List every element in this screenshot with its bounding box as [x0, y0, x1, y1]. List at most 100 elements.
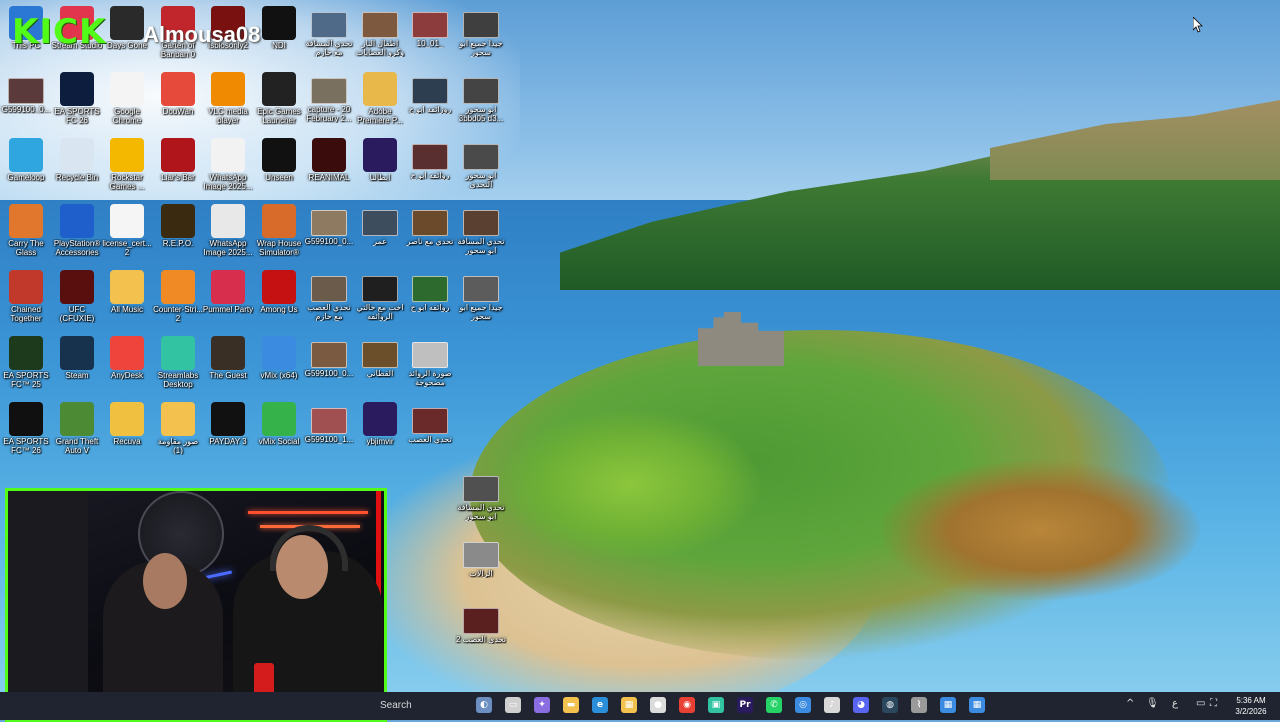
premiere-icon[interactable]: Pr	[737, 697, 753, 713]
whatsapp-icon[interactable]: ✆	[766, 697, 782, 713]
desktop-icon[interactable]: WhatsApp Image 2025...	[202, 138, 254, 191]
desktop-icon-label: Rockstar Games ...	[109, 173, 145, 191]
payday-icon	[211, 402, 245, 436]
music-icon[interactable]: ♪	[824, 697, 840, 713]
desktop-icon[interactable]: PlayStation® Accessories	[51, 204, 103, 257]
desktop-icon[interactable]: Pummel Party	[202, 270, 254, 314]
desktop-icon[interactable]: تحدي العصب مع حازم	[303, 270, 355, 321]
desktop-icon[interactable]: الرالات	[455, 536, 507, 578]
vmix-icon[interactable]: ▦	[940, 697, 956, 713]
desktop-icon[interactable]: G599100_0...	[303, 204, 355, 246]
desktop-icon[interactable]: All Music	[101, 270, 153, 314]
desktop-icon[interactable]: روائفه ابو ج	[404, 138, 456, 180]
taskbar-clock[interactable]: 5:36 AM 3/2/2026	[1225, 695, 1277, 717]
desktop-icon[interactable]: تحدي العصب	[404, 402, 456, 444]
desktop-icon[interactable]: Rockstar Games ...	[101, 138, 153, 191]
desktop-icon[interactable]: vMix Social	[253, 402, 305, 446]
desktop-icon[interactable]: Recuva	[101, 402, 153, 446]
desktop-icon[interactable]: UFC (CFUXIE)	[51, 270, 103, 323]
desktop-icon[interactable]: Grand Theft Auto V	[51, 402, 103, 455]
widgets-icon[interactable]: ◐	[476, 697, 492, 713]
desktop-icon[interactable]: روائفه ابو ج	[404, 270, 456, 312]
desktop-icon[interactable]: R.E.P.O.	[152, 204, 204, 248]
epic-games-icon[interactable]: ⌇	[911, 697, 927, 713]
video-thumbnail-icon	[463, 276, 499, 302]
desktop-icon[interactable]: صورة الروائد مضحوجة	[404, 336, 456, 387]
desktop-icon[interactable]: تحدي المسافة مع حازم	[303, 6, 355, 57]
desktop-icon[interactable]: Chained Together	[0, 270, 52, 323]
desktop-icon[interactable]: NDI	[253, 6, 305, 50]
discord-icon[interactable]: ◕	[853, 697, 869, 713]
desktop-icon[interactable]: Google Chrome	[101, 72, 153, 125]
desktop-icon[interactable]: REANIMAL	[303, 138, 355, 182]
desktop-icon[interactable]: Counter-Stri... 2	[152, 270, 204, 323]
desktop-icon[interactable]: G599100_0...	[0, 72, 52, 114]
desktop-icon-label: vMix (x64)	[260, 371, 298, 380]
copilot-icon[interactable]: ✦	[534, 697, 550, 713]
desktop-icon[interactable]: Wrap House Simulator®	[253, 204, 305, 257]
desktop-icon[interactable]: EA SPORTS FC™ 25	[0, 336, 52, 389]
desktop-icon[interactable]: Gameloop	[0, 138, 52, 182]
tray-mic-icon[interactable]: 🎙	[1146, 698, 1159, 709]
taskbar-search[interactable]: Search	[380, 695, 462, 717]
desktop-icon[interactable]: G599100_0...	[303, 336, 355, 378]
desktop-icon[interactable]: AnyDesk	[101, 336, 153, 380]
webcam-person-1-head	[143, 553, 187, 609]
desktop-icon[interactable]: تحدي المسافة ابو سحور	[455, 204, 507, 255]
desktop-icon[interactable]: القطاني	[354, 336, 406, 378]
desktop-icon[interactable]: روزائفه ابو ج	[404, 72, 456, 114]
desktop-icon[interactable]: اطفال النار وكرو العصابات	[354, 6, 406, 57]
desktop-icon[interactable]: EA SPORTS FC™ 26	[0, 402, 52, 455]
desktop-icon-label: Gameloop	[7, 173, 45, 182]
desktop-icon[interactable]: ابو سحور 3bbd05 d3...	[455, 72, 507, 123]
desktop-icon[interactable]: VLC media player	[202, 72, 254, 125]
anydesk-icon	[110, 336, 144, 370]
steam-icon[interactable]: ◍	[882, 697, 898, 713]
vmix-icon[interactable]: ▦	[969, 697, 985, 713]
desktop-icon[interactable]: Carry The Glass	[0, 204, 52, 257]
folder-icon[interactable]: ▬	[563, 697, 579, 713]
desktop-icon[interactable]: تحدي مع ناصر	[404, 204, 456, 246]
desktop-icon[interactable]: vMix (x64)	[253, 336, 305, 380]
desktop-icon[interactable]: G599100_1...	[303, 402, 355, 444]
desktop-icon[interactable]: Unseen	[253, 138, 305, 182]
desktop-icon[interactable]: Epic Games Launcher	[253, 72, 305, 125]
desktop-icon[interactable]: ابطالنا	[354, 138, 406, 182]
desktop-icon[interactable]: The Guest	[202, 336, 254, 380]
desktop-icon[interactable]: EA SPORTS FC 26	[51, 72, 103, 125]
desktop-icon-label: Google Chrome	[112, 107, 142, 125]
location-icon[interactable]: ●	[650, 697, 666, 713]
desktop-icon[interactable]: جيدا جميع ابو سحور	[455, 270, 507, 321]
browser-icon[interactable]: ◎	[795, 697, 811, 713]
store-icon[interactable]: ▦	[621, 697, 637, 713]
desktop-icon[interactable]: اخت مع خالتي الروائفه	[354, 270, 406, 321]
desktop-icon[interactable]: ابو سحور التحدي	[455, 138, 507, 189]
desktop-icon[interactable]: Adobe Premiere P...	[354, 72, 406, 125]
desktop-icon[interactable]: capture - 20 February 2...	[303, 72, 355, 123]
edge-icon[interactable]: e	[592, 697, 608, 713]
tray-overflow-chevron-icon[interactable]: ^	[1126, 698, 1134, 709]
desktop-icon[interactable]: صور مقاومة (1)	[152, 402, 204, 455]
desktop-icon[interactable]: PAYDAY 3	[202, 402, 254, 446]
tray-display-icon[interactable]: ▭	[1196, 698, 1205, 709]
desktop-icon[interactable]: Among Us	[253, 270, 305, 314]
desktop-icon[interactable]: DouWan	[152, 72, 204, 116]
desktop-icon[interactable]: 10_01_	[404, 6, 456, 48]
desktop-icon[interactable]: Recycle Bin	[51, 138, 103, 182]
desktop-icon[interactable]: Steam	[51, 336, 103, 380]
desktop-icon[interactable]: عمر	[354, 204, 406, 246]
desktop-icon[interactable]: ybjimvir	[354, 402, 406, 446]
task-view-icon[interactable]: ▭	[505, 697, 521, 713]
desktop-icon[interactable]: جيدا جميع ابو سحور	[455, 6, 507, 57]
vmix-icon	[262, 336, 296, 370]
desktop-icon[interactable]: license_cert... 2	[101, 204, 153, 257]
desktop-icon[interactable]: Liar's Bar	[152, 138, 204, 182]
tray-language[interactable]: ع	[1172, 698, 1178, 709]
streamlabs-icon[interactable]: ▣	[708, 697, 724, 713]
desktop-icon[interactable]: WhatsApp Image 2025...	[202, 204, 254, 257]
chrome-icon[interactable]: ◉	[679, 697, 695, 713]
desktop-icon[interactable]: تحدي المسافة ابو سحور	[455, 470, 507, 521]
tray-network-icon[interactable]: ⛶	[1210, 698, 1217, 709]
desktop-icon[interactable]: تحدي العصب 2	[455, 602, 507, 644]
desktop-icon[interactable]: Streamlabs Desktop	[152, 336, 204, 389]
